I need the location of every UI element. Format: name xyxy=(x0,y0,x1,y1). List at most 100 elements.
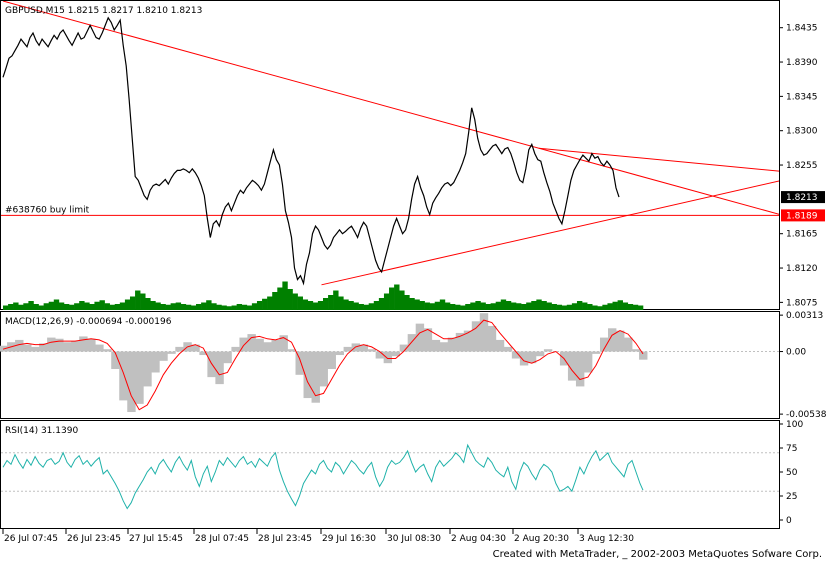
volume-bar xyxy=(348,301,354,310)
x-tick-label: 26 Jul 07:45 xyxy=(4,534,58,544)
volume-bar xyxy=(104,303,110,310)
volume-bar xyxy=(521,304,527,310)
volume-bar xyxy=(490,303,496,310)
volume-bar xyxy=(43,303,50,310)
volume-bar xyxy=(607,303,613,310)
volume-bar xyxy=(587,304,593,310)
macd-hist-bar xyxy=(535,351,545,357)
volume-bar xyxy=(343,299,349,310)
macd-hist-bar xyxy=(231,346,240,352)
order-price-label: 1.8189 xyxy=(786,211,818,221)
volume-bar xyxy=(429,303,436,310)
volume-bar xyxy=(627,304,634,310)
price-panel-frame xyxy=(0,0,780,310)
volume-bar xyxy=(190,305,197,310)
macd-hist-bar xyxy=(407,334,417,352)
macd-y-axis: 0.00313 0.00 -0.00538 xyxy=(779,311,827,420)
volume-bar xyxy=(323,298,329,310)
rsi-panel-frame xyxy=(0,420,780,529)
volume-bar xyxy=(155,302,161,310)
macd-hist-bar xyxy=(351,343,361,352)
x-tick-label: 30 Jul 08:30 xyxy=(387,534,441,544)
macd-hist-bar xyxy=(616,330,625,352)
macd-hist-bar xyxy=(431,339,441,352)
macd-hist-bar xyxy=(583,351,593,373)
volume-bar xyxy=(632,304,639,310)
volume-bar xyxy=(48,301,55,310)
x-tick-label: 2 Aug 04:30 xyxy=(451,534,506,544)
volume-bar xyxy=(211,303,217,310)
order-level-label: #638760 buy limit xyxy=(5,205,90,215)
volume-bar xyxy=(439,299,446,310)
macd-hist-bar xyxy=(119,351,128,401)
macd-hist-bar xyxy=(167,351,176,354)
rsi-y-tick-label: 25 xyxy=(786,492,797,502)
volume-bar xyxy=(33,304,39,310)
volume-bar xyxy=(135,290,141,310)
x-tick-label: 2 Aug 20:30 xyxy=(514,534,569,544)
volume-bar xyxy=(312,302,319,310)
macd-hist-bar xyxy=(639,351,648,360)
volume-bar xyxy=(333,290,339,310)
macd-hist-bar xyxy=(375,351,385,359)
price-y-tick-label: 1.8345 xyxy=(786,92,818,102)
volume-bar xyxy=(576,301,583,310)
volume-bar xyxy=(363,304,370,310)
volume-bar xyxy=(79,301,85,310)
macd-hist-bar xyxy=(255,338,264,352)
volume-bar xyxy=(556,304,563,310)
x-tick-label: 28 Jul 23:45 xyxy=(258,534,312,544)
volume-bar xyxy=(302,299,309,310)
volume-bar xyxy=(414,299,420,310)
volume-bar xyxy=(165,304,171,310)
macd-y-tick-label: -0.00538 xyxy=(786,410,827,420)
volume-bar xyxy=(267,296,273,310)
macd-hist-bar xyxy=(215,351,224,385)
volume-bar xyxy=(109,304,116,310)
volume-bar xyxy=(262,298,268,310)
macd-hist-bar xyxy=(495,339,505,352)
macd-hist-bar xyxy=(439,342,449,352)
volume-bar xyxy=(419,301,425,310)
macd-hist-bar xyxy=(223,351,232,364)
volume-bar xyxy=(185,304,192,310)
volume-bar xyxy=(74,303,80,310)
price-y-tick-label: 1.8435 xyxy=(786,24,818,34)
volume-bar xyxy=(231,305,237,310)
volume-bar xyxy=(282,281,288,310)
volume-bar xyxy=(287,289,293,310)
macd-hist-bar xyxy=(47,337,56,352)
volume-bar xyxy=(409,298,415,310)
x-tick-label: 28 Jul 07:45 xyxy=(195,534,249,544)
macd-panel-title: MACD(12,26,9) -0.000694 -0.000196 xyxy=(5,317,172,327)
volume-bar xyxy=(368,303,375,310)
macd-hist-bar xyxy=(632,349,641,352)
volume-bar xyxy=(175,302,182,310)
volume-bar xyxy=(617,300,623,310)
volume-bar xyxy=(612,301,618,310)
volume-bar xyxy=(119,302,126,310)
macd-hist-bar xyxy=(455,332,465,352)
macd-hist-bar xyxy=(159,351,168,361)
macd-hist-bar xyxy=(71,341,80,352)
current-price-label: 1.8213 xyxy=(786,193,818,203)
volume-bar xyxy=(236,304,243,310)
volume-bar xyxy=(602,304,608,310)
macd-hist-bar xyxy=(103,349,112,352)
volume-bar xyxy=(114,304,121,310)
macd-hist-bar xyxy=(95,344,104,352)
macd-hist-bar xyxy=(143,351,152,387)
volume-bar xyxy=(196,304,202,310)
volume-bar xyxy=(292,293,298,310)
rsi-y-tick-label: 50 xyxy=(786,468,798,478)
volume-bar xyxy=(53,299,60,310)
macd-hist-bar xyxy=(479,313,489,352)
volume-bar xyxy=(622,302,629,310)
volume-bar xyxy=(23,303,29,310)
macd-hist-bar xyxy=(447,337,457,352)
macd-hist-bar xyxy=(335,351,344,356)
volume-bar xyxy=(536,299,542,310)
macd-hist-bar xyxy=(295,351,304,375)
volume-bar xyxy=(424,302,430,310)
volume-bar xyxy=(140,293,146,310)
